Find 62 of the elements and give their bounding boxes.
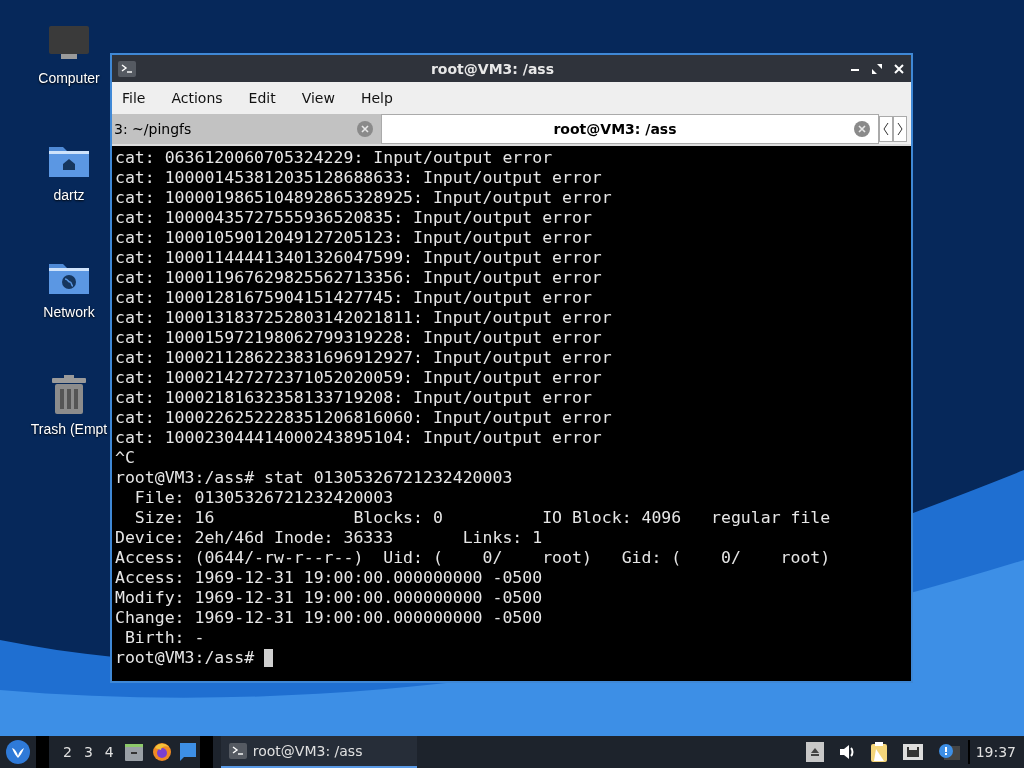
terminal-line: cat: 100023044414000243895104: Input/output error [115, 428, 602, 448]
file-manager-icon[interactable] [123, 742, 144, 762]
window-icon[interactable] [179, 743, 196, 761]
menu-item[interactable]: Edit [248, 90, 276, 106]
network-port-icon[interactable] [901, 743, 924, 761]
start-menu-icon[interactable] [5, 739, 31, 765]
terminal-line: root@VM3:/ass# [115, 648, 256, 668]
icon-label[interactable]: Computer [38, 70, 100, 86]
menu-item[interactable]: Actions [171, 90, 223, 106]
terminal-line: cat: 100011444413401326047599: Input/output error [115, 248, 602, 268]
terminal-tab[interactable]: root@VM3: /ass [381, 114, 879, 144]
taskbar-task-button[interactable]: root@VM3: /ass [220, 736, 417, 768]
menu-item[interactable]: File [122, 90, 146, 106]
menu-item[interactable]: Help [360, 90, 393, 106]
clock[interactable]: 19:37 [975, 744, 1016, 760]
icon-label[interactable]: Network [43, 304, 95, 320]
icon-label[interactable]: Trash (Empt [30, 421, 108, 437]
terminal-line: cat: 10002181632358133719208: Input/output error [115, 388, 592, 408]
terminal-line: cat: 100021427272371052020059: Input/output error [115, 368, 602, 388]
terminal-line: cat: 1000019865104892865328925: Input/output error [115, 188, 612, 208]
terminal-line: Device: 2eh/46d Inode: 36333 Links: 1 [115, 528, 543, 548]
terminal-line: root@VM3:/ass# stat 01305326721232420003 [115, 468, 513, 488]
terminal-line: cat: 10001059012049127205123: Input/output error [115, 228, 592, 248]
terminal-icon [118, 60, 136, 77]
terminal-line: cat: 1000226252228351206816060: Input/output error [115, 408, 612, 428]
terminal-line: Birth: - [123, 628, 205, 648]
workspace-button[interactable]: 2 [57, 744, 78, 760]
terminal-line: cat: 100001453812035128688633: Input/output error [115, 168, 602, 188]
maximize-icon[interactable] [871, 62, 883, 75]
icon-label[interactable]: dartz [53, 187, 85, 203]
terminal-line: File: 01305326721232420003 [133, 488, 394, 508]
taskbar-separator [199, 736, 213, 768]
workspace-button[interactable]: 3 [77, 744, 99, 760]
terminal-line: Access: 1969-12-31 19:00:00.000000000 -0500 [115, 568, 543, 588]
terminal-line: Change: 1969-12-31 19:00:00.000000000 -0500 [115, 608, 543, 628]
browser-icon[interactable] [151, 742, 172, 762]
terminal-line: cat: 1000211286223831696912927: Input/output error [115, 348, 612, 368]
terminal-line: ^C [115, 448, 135, 468]
terminal-line: cat: 100011967629825562713356: Input/output error [115, 268, 602, 288]
scroll-left-icon[interactable] [879, 116, 893, 142]
taskbar-separator [36, 736, 49, 768]
close-tab-icon[interactable] [854, 121, 870, 137]
menu-item[interactable]: View [301, 90, 335, 106]
close-tab-icon[interactable] [357, 121, 373, 137]
window-title: root@VM3: /ass [429, 60, 555, 77]
terminal-line: Access: (0644/-rw-r--r--) Uid: ( 0/ root) Gid: ( 0/ root) [115, 548, 831, 568]
clipboard-icon[interactable] [869, 741, 888, 763]
eject-icon[interactable] [805, 742, 824, 762]
notification-icon[interactable] [937, 743, 960, 761]
workspace-button[interactable]: 4 [98, 744, 120, 760]
scroll-right-icon[interactable] [893, 116, 907, 142]
terminal-line: Modify: 1969-12-31 19:00:00.000000000 -0500 [115, 588, 543, 608]
terminal-line: Size: 16 Blocks: 0 IO Block: 4096 regular file [133, 508, 831, 528]
terminal-line: cat: 100015972198062799319228: Input/output error [115, 328, 602, 348]
terminal-line: cat: 10001281675904151427745: Input/output error [115, 288, 592, 308]
close-icon[interactable] [893, 62, 905, 75]
terminal-icon [228, 743, 247, 759]
volume-icon[interactable] [837, 744, 856, 760]
terminal-line: cat: 0636120060705324229: Input/output error [115, 148, 553, 168]
terminal-line: cat: 10000435727555936520835: Input/output error [115, 208, 592, 228]
terminal-tab[interactable]: 3: ~/pingfs [112, 114, 381, 144]
terminal-line: cat: 1000131837252803142021811: Input/output error [115, 308, 612, 328]
